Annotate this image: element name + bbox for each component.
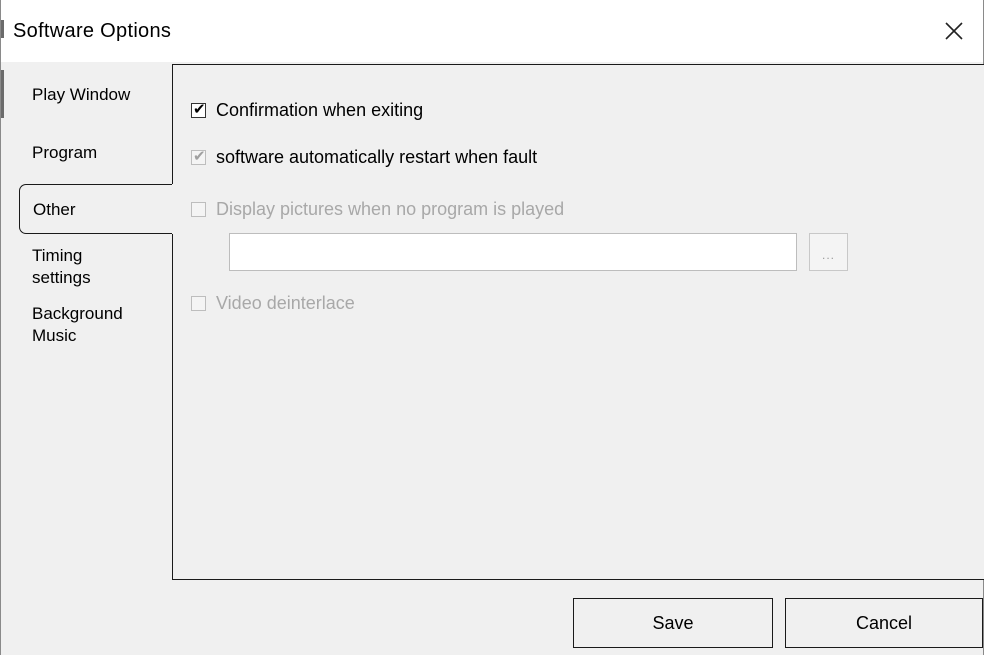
checkbox-label: Display pictures when no program is play… bbox=[216, 199, 565, 219]
tab-label: Play Window bbox=[32, 85, 131, 104]
checkbox-label: Confirmation when exiting bbox=[216, 100, 424, 120]
save-button[interactable]: Save bbox=[573, 598, 773, 648]
check-icon: ✔ bbox=[193, 147, 206, 165]
picture-path-input[interactable] bbox=[229, 233, 797, 271]
video-deinterlace-checkbox[interactable]: Video deinterlace bbox=[191, 293, 355, 314]
tab-label: Background bbox=[32, 304, 123, 323]
tab-program[interactable]: Program bbox=[19, 142, 173, 164]
tab-label: Program bbox=[32, 143, 98, 162]
cancel-label: Cancel bbox=[855, 612, 913, 633]
display-pictures-checkbox[interactable]: Display pictures when no program is play… bbox=[191, 199, 564, 220]
title-bar[interactable]: Software Options bbox=[1, 0, 983, 62]
checkbox-box[interactable] bbox=[191, 296, 206, 311]
browse-label: ... bbox=[821, 248, 835, 262]
close-icon bbox=[945, 22, 963, 40]
tab-background-music[interactable]: Background Music bbox=[19, 303, 173, 347]
tab-timing-settings[interactable]: Timing settings bbox=[19, 245, 173, 289]
software-options-dialog: Software Options Play Window Program Oth… bbox=[0, 0, 984, 655]
tab-label-line2: Music bbox=[32, 326, 77, 345]
tab-other[interactable]: Other bbox=[19, 184, 173, 234]
background-window-edge bbox=[1, 20, 4, 38]
checkbox-box[interactable]: ✔ bbox=[191, 100, 206, 118]
check-icon: ✔ bbox=[193, 100, 206, 118]
cancel-button[interactable]: Cancel bbox=[785, 598, 983, 648]
active-tab-join bbox=[172, 184, 174, 234]
background-window-edge bbox=[1, 70, 4, 118]
tab-play-window[interactable]: Play Window bbox=[19, 84, 173, 106]
options-panel bbox=[172, 64, 984, 580]
dialog-title: Software Options bbox=[13, 20, 172, 42]
checkbox-box[interactable] bbox=[191, 202, 206, 217]
save-label: Save bbox=[652, 612, 694, 633]
browse-button[interactable]: ... bbox=[809, 233, 848, 271]
checkbox-box[interactable]: ✔ bbox=[191, 147, 206, 165]
tab-label-line2: settings bbox=[32, 268, 91, 287]
tab-label: Timing bbox=[32, 246, 83, 265]
checkbox-label: Video deinterlace bbox=[216, 293, 355, 313]
close-button[interactable] bbox=[925, 0, 983, 62]
checkbox-label: software automatically restart when faul… bbox=[216, 147, 538, 167]
confirm-exit-checkbox[interactable]: ✔ Confirmation when exiting bbox=[191, 100, 423, 121]
tab-strip-background bbox=[1, 62, 173, 64]
tab-label: Other bbox=[33, 200, 76, 219]
auto-restart-checkbox[interactable]: ✔ software automatically restart when fa… bbox=[191, 147, 537, 168]
